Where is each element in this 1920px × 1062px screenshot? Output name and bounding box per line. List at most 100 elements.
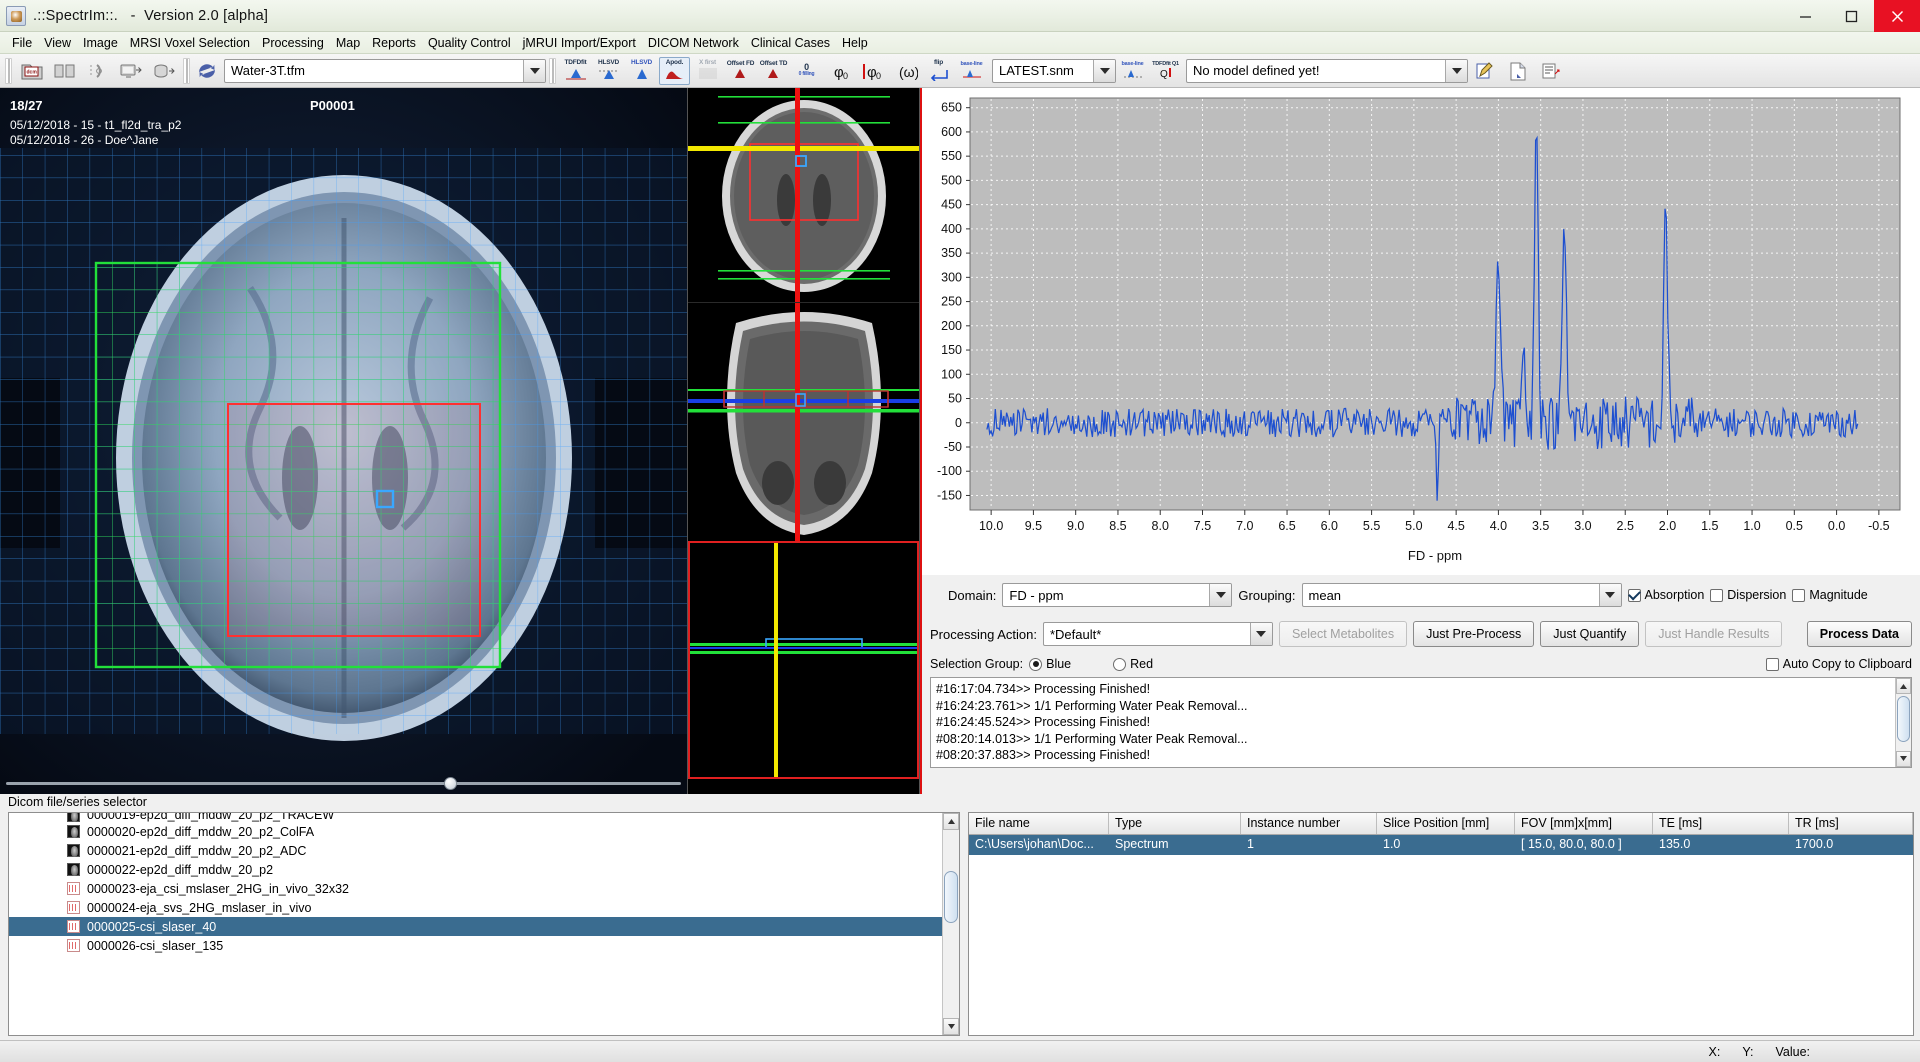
selection-group-red-radio[interactable]: Red bbox=[1113, 657, 1153, 671]
refresh-icon[interactable] bbox=[194, 57, 220, 85]
select-metabolites-button[interactable]: Select Metabolites bbox=[1278, 621, 1408, 647]
menu-file[interactable]: File bbox=[6, 34, 38, 52]
minimize-button[interactable] bbox=[1782, 0, 1828, 32]
list-item[interactable]: 0000021-ep2d_diff_mddw_20_p2_ADC bbox=[9, 841, 942, 860]
column-slice-position[interactable]: Slice Position [mm] bbox=[1377, 813, 1515, 834]
blue-radio-dot[interactable] bbox=[1029, 657, 1043, 671]
chevron-down-icon-2[interactable] bbox=[1093, 59, 1115, 82]
offset-td-icon[interactable]: Offset TD bbox=[758, 57, 789, 85]
magnitude-checkbox[interactable]: Magnitude bbox=[1792, 588, 1868, 602]
ortho-axial-view[interactable] bbox=[688, 88, 919, 303]
auto-copy-checkbox-box[interactable] bbox=[1765, 657, 1779, 671]
processing-action-combo[interactable]: *Default* bbox=[1042, 622, 1273, 646]
column-type[interactable]: Type bbox=[1109, 813, 1241, 834]
model-file-combo[interactable]: LATEST.snm bbox=[992, 58, 1116, 83]
column-te[interactable]: TE [ms] bbox=[1653, 813, 1789, 834]
menu-clinical-cases[interactable]: Clinical Cases bbox=[745, 34, 836, 52]
model-list-icon[interactable] bbox=[1535, 57, 1566, 85]
column-instance-number[interactable]: Instance number bbox=[1241, 813, 1377, 834]
monitor-export-icon[interactable] bbox=[115, 57, 146, 85]
process-data-button[interactable]: Process Data bbox=[1806, 621, 1912, 647]
phase0-icon[interactable]: φ0 bbox=[824, 57, 855, 85]
menu-view[interactable]: View bbox=[38, 34, 77, 52]
absorption-checkbox-box[interactable] bbox=[1627, 588, 1641, 602]
two-panels-icon[interactable] bbox=[49, 57, 80, 85]
list-item[interactable]: 0000026-csi_slaser_135 bbox=[9, 936, 942, 955]
menu-jmrui-import-export[interactable]: jMRUI Import/Export bbox=[517, 34, 642, 52]
ortho-sagittal-view[interactable] bbox=[688, 541, 919, 779]
menu-image[interactable]: Image bbox=[77, 34, 124, 52]
axial-image-viewer[interactable]: 18/27 05/12/2018 - 15 - t1_fl2d_tra_p2 0… bbox=[0, 88, 688, 794]
headphone-icon[interactable] bbox=[82, 57, 113, 85]
just-quantify-button[interactable]: Just Quantify bbox=[1540, 621, 1640, 647]
series-tree-scrollbar[interactable] bbox=[942, 813, 959, 1035]
spectrum-plot[interactable]: 650 600 550 500 450 400 350 300 250 200 150 100 50 0-… bbox=[922, 88, 1920, 575]
flip-icon[interactable]: flip bbox=[923, 57, 954, 85]
slice-slider-track[interactable] bbox=[6, 782, 681, 785]
grouping-combo[interactable]: mean bbox=[1301, 583, 1622, 607]
scroll-down-icon-tree[interactable] bbox=[943, 1018, 959, 1035]
selection-group-blue-radio[interactable]: Blue bbox=[1029, 657, 1071, 671]
baseline-icon[interactable]: base-line bbox=[956, 57, 987, 85]
ortho-coronal-view[interactable] bbox=[688, 303, 919, 541]
table-row[interactable]: C:\Users\johan\Doc... Spectrum 1 1.0 [ 1… bbox=[969, 835, 1913, 855]
open-dicom-icon[interactable]: dcm bbox=[16, 57, 47, 85]
chevron-down-icon-domain[interactable] bbox=[1209, 584, 1232, 606]
just-preprocess-button[interactable]: Just Pre-Process bbox=[1413, 621, 1535, 647]
just-handle-results-button[interactable]: Just Handle Results bbox=[1645, 621, 1783, 647]
toolbar-grip-2[interactable] bbox=[183, 57, 190, 84]
log-scrollbar-thumb[interactable] bbox=[1897, 696, 1910, 742]
phase0-red-icon[interactable]: φ0 bbox=[857, 57, 888, 85]
chevron-down-icon-action[interactable] bbox=[1249, 623, 1272, 645]
new-model-icon[interactable] bbox=[1502, 57, 1533, 85]
list-item-selected[interactable]: 0000025-csi_slaser_40 bbox=[9, 917, 942, 936]
apodization-icon[interactable]: Apod. bbox=[659, 56, 690, 85]
auto-copy-checkbox[interactable]: Auto Copy to Clipboard bbox=[1765, 657, 1912, 671]
log-scrollbar[interactable] bbox=[1895, 678, 1911, 767]
slice-slider-knob[interactable] bbox=[444, 777, 457, 790]
close-button[interactable] bbox=[1874, 0, 1920, 32]
baseline-2-icon[interactable]: base-line bbox=[1117, 57, 1148, 85]
log-panel[interactable]: #16:17:04.734>> Processing Finished! #16… bbox=[930, 677, 1912, 768]
list-item[interactable]: 0000019-ep2d_diff_mddw_20_p2_TRACEW bbox=[9, 813, 942, 822]
chevron-down-icon-grouping[interactable] bbox=[1598, 584, 1621, 606]
domain-combo[interactable]: FD - ppm bbox=[1002, 583, 1233, 607]
offset-fd-icon[interactable]: Offset FD bbox=[725, 57, 756, 85]
menu-processing[interactable]: Processing bbox=[256, 34, 330, 52]
menu-dicom-network[interactable]: DICOM Network bbox=[642, 34, 745, 52]
axial-image-canvas[interactable] bbox=[0, 88, 687, 794]
magnitude-checkbox-box[interactable] bbox=[1792, 588, 1806, 602]
series-tree-scrollbar-thumb[interactable] bbox=[944, 871, 958, 923]
list-item[interactable]: 0000022-ep2d_diff_mddw_20_p2 bbox=[9, 860, 942, 879]
red-radio-dot[interactable] bbox=[1113, 657, 1127, 671]
chevron-down-icon[interactable] bbox=[523, 59, 545, 82]
scroll-up-icon-tree[interactable] bbox=[943, 813, 959, 830]
menu-help[interactable]: Help bbox=[836, 34, 874, 52]
slice-slider[interactable] bbox=[0, 775, 687, 791]
omega-icon[interactable]: (ω) bbox=[890, 57, 921, 85]
column-tr[interactable]: TR [ms] bbox=[1789, 813, 1913, 834]
transform-file-combo[interactable]: Water-3T.tfm bbox=[224, 58, 546, 83]
menu-reports[interactable]: Reports bbox=[366, 34, 422, 52]
column-fov[interactable]: FOV [mm]x[mm] bbox=[1515, 813, 1653, 834]
server-export-icon[interactable] bbox=[148, 57, 179, 85]
chevron-down-icon-3[interactable] bbox=[1445, 59, 1467, 82]
list-item[interactable]: 0000020-ep2d_diff_mddw_20_p2_ColFA bbox=[9, 822, 942, 841]
list-item[interactable]: 0000023-eja_csi_mslaser_2HG_in_vivo_32x3… bbox=[9, 879, 942, 898]
edit-model-icon[interactable] bbox=[1469, 57, 1500, 85]
list-item[interactable]: 0000024-eja_svs_2HG_mslaser_in_vivo bbox=[9, 898, 942, 917]
tdfdfit-icon[interactable]: TDFDfit bbox=[560, 57, 591, 85]
maximize-button[interactable] bbox=[1828, 0, 1874, 32]
absorption-checkbox[interactable]: Absorption bbox=[1627, 588, 1704, 602]
xfirst-icon[interactable]: X first bbox=[692, 57, 723, 85]
zero-filling-icon[interactable]: 0 0 filling bbox=[791, 57, 822, 85]
scroll-down-icon[interactable] bbox=[1896, 750, 1911, 767]
scroll-up-icon[interactable] bbox=[1896, 678, 1911, 694]
series-tree-list[interactable]: 0000019-ep2d_diff_mddw_20_p2_TRACEW 0000… bbox=[9, 813, 942, 1035]
hlsvd-icon[interactable]: HLSVD bbox=[626, 57, 657, 85]
toolbar-grip-3[interactable] bbox=[549, 57, 556, 84]
tdfdfit-q1-icon[interactable]: TDFDfit Q1 Q bbox=[1150, 57, 1181, 85]
dispersion-checkbox[interactable]: Dispersion bbox=[1710, 588, 1786, 602]
column-file-name[interactable]: File name bbox=[969, 813, 1109, 834]
menu-mrsi-voxel-selection[interactable]: MRSI Voxel Selection bbox=[124, 34, 256, 52]
